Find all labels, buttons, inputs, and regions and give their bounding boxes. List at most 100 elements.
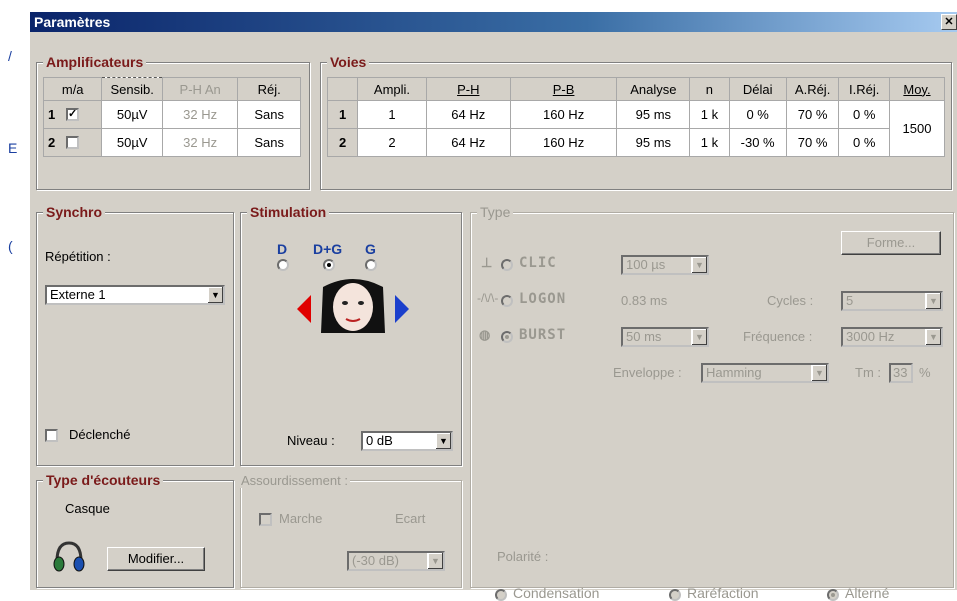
chevron-down-icon: ▼ (207, 287, 223, 303)
col-header: P-H An (161, 77, 239, 101)
ecart-select[interactable]: (-30 dB) ▼ (347, 551, 445, 571)
close-icon: ✕ (944, 16, 954, 28)
niveau-select[interactable]: 0 dB ▼ (361, 431, 453, 451)
amplificateurs-legend: Amplificateurs (43, 54, 147, 70)
clic-icon: ⊥ (481, 255, 493, 270)
col-header: m/a (42, 77, 103, 101)
condensation-radio[interactable] (495, 589, 507, 601)
chevron-down-icon: ▼ (925, 293, 941, 309)
ecart-label: Ecart (395, 511, 426, 526)
ph-cell[interactable]: 64 Hz (425, 128, 511, 157)
chevron-down-icon: ▼ (811, 365, 827, 381)
irej-cell[interactable]: 0 % (838, 100, 890, 129)
ph-cell: 32 Hz (161, 128, 239, 157)
delai-cell[interactable]: 0 % (728, 100, 787, 129)
burst-label: BURST (519, 327, 567, 343)
col-header: Ampli. (357, 77, 427, 101)
row-number: 2 (48, 135, 56, 150)
voies-group: Voies Ampli. P-H P-B Analyse n Délai A.R… (320, 54, 952, 190)
irej-cell[interactable]: 0 % (838, 128, 890, 157)
window-titlebar: Paramètres ✕ (30, 12, 957, 32)
ampli-1-checkbox[interactable]: ✓ (66, 108, 79, 121)
table-row: 1 1 64 Hz 160 Hz 95 ms 1 k 0 % 70 % 0 % … (326, 100, 946, 157)
modifier-button[interactable]: Modifier... (107, 547, 205, 571)
tm-field[interactable]: 33 (889, 363, 913, 383)
assourdissement-group: Assourdissement : Marche Ecart (-30 dB) … (239, 473, 462, 588)
chevron-down-icon: ▼ (691, 257, 707, 273)
col-header[interactable]: Sensib. (101, 77, 163, 101)
clic-label: CLIC (519, 255, 557, 271)
assourdissement-label: Assourdissement : (239, 473, 350, 488)
pb-cell[interactable]: 160 Hz (509, 100, 618, 129)
clic-select[interactable]: 100 µs ▼ (621, 255, 709, 275)
col-header: Délai (728, 77, 787, 101)
ampli-cell[interactable]: 1 (357, 100, 427, 129)
alterne-radio[interactable] (827, 589, 839, 601)
moy-cell[interactable]: 1500 (888, 100, 946, 157)
ecart-value: (-30 dB) (352, 553, 399, 568)
arej-cell[interactable]: 70 % (785, 128, 840, 157)
analyse-cell[interactable]: 95 ms (616, 128, 691, 157)
ecouteurs-legend: Type d'écouteurs (43, 472, 164, 488)
chevron-down-icon: ▼ (691, 329, 707, 345)
repetition-select[interactable]: Externe 1 ▼ (45, 285, 225, 305)
window-title: Paramètres (34, 14, 111, 30)
col-header: Réj. (237, 77, 301, 101)
arej-cell[interactable]: 70 % (785, 100, 840, 129)
cycles-value: 5 (846, 293, 854, 308)
declenche-checkbox[interactable] (45, 429, 58, 442)
delai-cell[interactable]: -30 % (728, 128, 787, 157)
clic-radio[interactable] (501, 259, 513, 271)
type-legend: Type (477, 204, 514, 220)
analyse-cell[interactable]: 95 ms (616, 100, 691, 129)
col-header: I.Réj. (838, 77, 890, 101)
rarefaction-radio[interactable] (669, 589, 681, 601)
pb-cell[interactable]: 160 Hz (509, 128, 618, 157)
row-number: 2 (326, 128, 359, 157)
side-dg-radio[interactable] (323, 259, 335, 271)
n-cell[interactable]: 1 k (689, 100, 730, 129)
clic-value: 100 µs (626, 257, 666, 272)
repetition-value: Externe 1 (50, 287, 106, 302)
n-cell[interactable]: 1 k (689, 128, 730, 157)
sensib-cell[interactable]: 50µV (101, 100, 163, 129)
ph-cell[interactable]: 64 Hz (425, 100, 511, 129)
ampli-2-checkbox[interactable] (66, 136, 79, 149)
cycles-select[interactable]: 5 ▼ (841, 291, 943, 311)
frequence-select[interactable]: 3000 Hz ▼ (841, 327, 943, 347)
background-mark: E (8, 140, 18, 156)
stimulation-legend: Stimulation (247, 204, 330, 220)
burst-select[interactable]: 50 ms ▼ (621, 327, 709, 347)
amplificateurs-group: Amplificateurs m/a Sensib. P-H An Réj. 1… (36, 54, 310, 190)
burst-radio[interactable] (501, 331, 513, 343)
repetition-label: Répétition : (45, 249, 111, 264)
side-dg-label: D+G (313, 241, 343, 257)
close-button[interactable]: ✕ (941, 14, 957, 30)
dialog-body: Amplificateurs m/a Sensib. P-H An Réj. 1… (30, 32, 957, 601)
sensib-cell[interactable]: 50µV (101, 128, 163, 157)
headphones-icon (53, 541, 85, 572)
burst-value: 50 ms (626, 329, 662, 344)
condensation-label: Condensation (513, 585, 600, 601)
row-number-cell: 1 ✓ (42, 100, 103, 129)
col-header-blank (326, 77, 359, 101)
row-number: 1 (48, 107, 56, 122)
marche-checkbox[interactable] (259, 513, 272, 526)
table-row: 1 ✓ 50µV 32 Hz Sans (42, 100, 301, 129)
side-g-radio[interactable] (365, 259, 377, 271)
logon-radio[interactable] (501, 295, 513, 307)
rej-cell[interactable]: Sans (237, 128, 301, 157)
rej-cell[interactable]: Sans (237, 100, 301, 129)
cycles-label: Cycles : (767, 293, 814, 308)
ampli-cell[interactable]: 2 (357, 128, 427, 157)
side-d-radio[interactable] (277, 259, 289, 271)
chevron-down-icon: ▼ (925, 329, 941, 345)
table-header-row: m/a Sensib. P-H An Réj. (42, 77, 301, 101)
enveloppe-select[interactable]: Hamming ▼ (701, 363, 829, 383)
forme-button[interactable]: Forme... (841, 231, 941, 255)
enveloppe-value: Hamming (706, 365, 762, 380)
niveau-value: 0 dB (366, 433, 393, 448)
col-header: Moy. (888, 77, 946, 101)
type-group: Type Forme... ⊥ CLIC 100 µs ▼ -/\/\- LOG… (470, 204, 954, 601)
row-number-cell: 2 (42, 128, 103, 157)
